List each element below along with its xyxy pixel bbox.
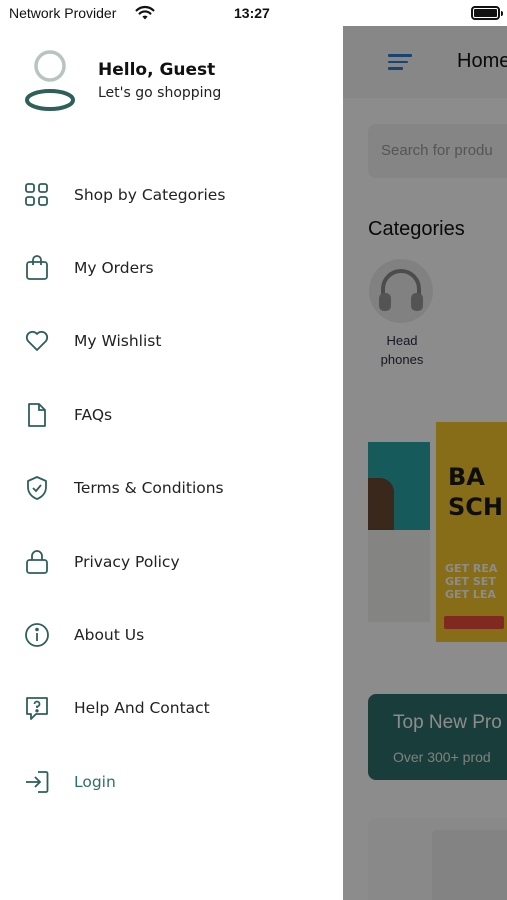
menu-item-label: Shop by Categories [74, 185, 226, 204]
drawer-menu: Shop by Categories My Orders My Wishlist… [0, 158, 343, 819]
menu-item-shop-by-categories[interactable]: Shop by Categories [0, 158, 343, 231]
shopping-bag-icon [26, 255, 48, 280]
menu-item-terms-conditions[interactable]: Terms & Conditions [0, 452, 343, 525]
menu-item-help-and-contact[interactable]: Help And Contact [0, 672, 343, 745]
menu-item-about-us[interactable]: About Us [0, 598, 343, 671]
grid-icon [25, 182, 48, 206]
menu-item-label: Help And Contact [74, 699, 210, 718]
menu-item-label: Privacy Policy [74, 552, 180, 571]
navigation-drawer: Hello, Guest Let's go shopping Shop by C… [0, 26, 343, 900]
menu-item-label: My Wishlist [74, 332, 162, 351]
user-avatar-icon [25, 50, 75, 111]
lock-icon [26, 549, 48, 574]
menu-item-label: Login [74, 772, 116, 791]
menu-item-my-orders[interactable]: My Orders [0, 231, 343, 304]
menu-item-label: FAQs [74, 405, 113, 424]
info-icon [25, 623, 49, 647]
heart-icon [25, 331, 49, 352]
menu-item-privacy-policy[interactable]: Privacy Policy [0, 525, 343, 598]
menu-item-my-wishlist[interactable]: My Wishlist [0, 305, 343, 378]
drawer-scrim[interactable] [343, 26, 507, 900]
clock: 13:27 [234, 5, 270, 21]
help-chat-icon [26, 697, 48, 721]
menu-item-label: Terms & Conditions [74, 479, 224, 498]
login-icon [26, 770, 49, 793]
battery-icon [471, 6, 503, 20]
greeting-subtitle: Let's go shopping [98, 85, 222, 101]
menu-item-faqs[interactable]: FAQs [0, 378, 343, 451]
carrier-name: Network Provider [9, 5, 117, 21]
greeting-title: Hello, Guest [98, 60, 216, 80]
menu-item-login[interactable]: Login [0, 745, 343, 818]
wifi-icon [135, 5, 155, 20]
shield-check-icon [27, 476, 47, 501]
menu-item-label: About Us [74, 626, 145, 645]
menu-item-label: My Orders [74, 259, 154, 278]
document-icon [28, 402, 46, 427]
status-bar: Network Provider 13:27 [0, 0, 507, 26]
